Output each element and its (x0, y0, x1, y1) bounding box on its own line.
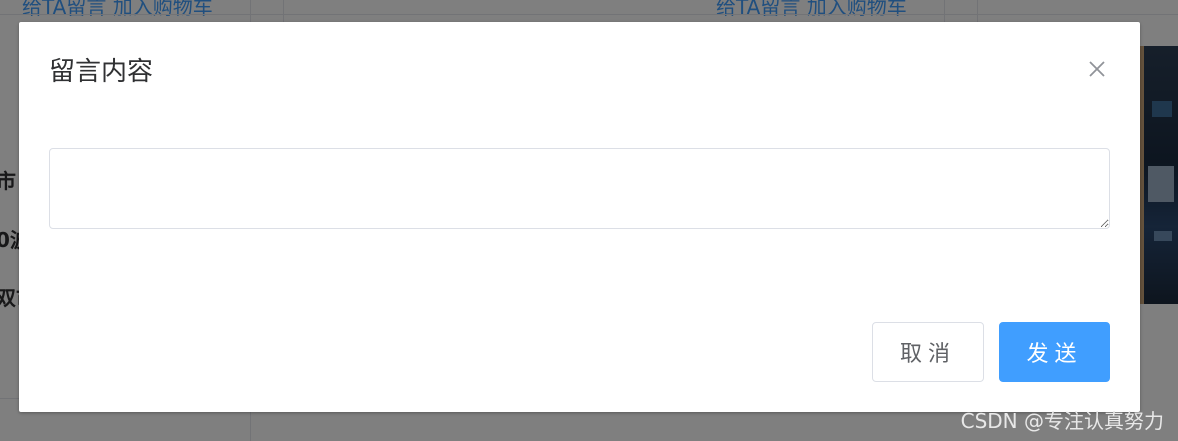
csdn-watermark: CSDN @专注认真努力 (960, 409, 1164, 433)
message-dialog: 留言内容 取消 发送 (19, 22, 1140, 412)
close-icon[interactable] (1085, 57, 1109, 81)
message-textarea[interactable] (49, 148, 1110, 229)
dialog-title: 留言内容 (49, 57, 154, 87)
cancel-button[interactable]: 取消 (872, 322, 984, 382)
send-button[interactable]: 发送 (999, 322, 1110, 382)
